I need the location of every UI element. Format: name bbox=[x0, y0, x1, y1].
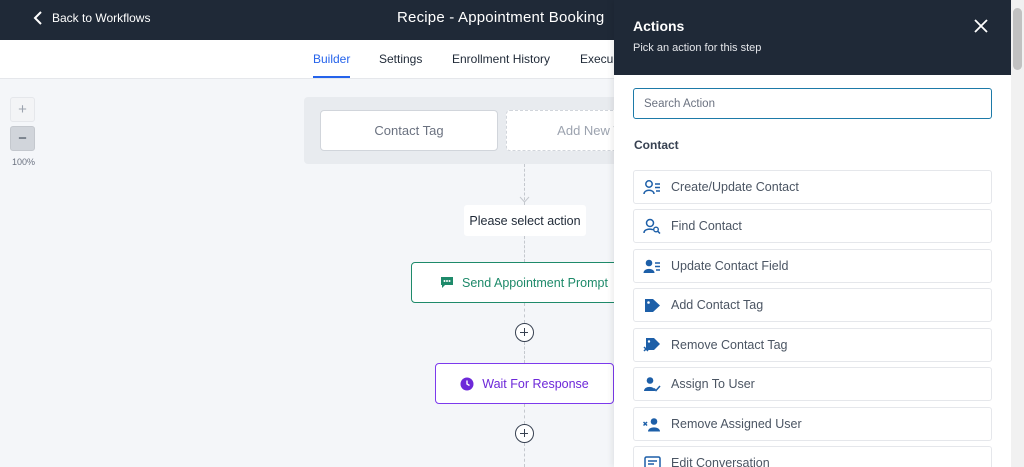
action-edit-conversation[interactable]: Edit Conversation bbox=[633, 446, 992, 467]
action-find-contact[interactable]: Find Contact bbox=[633, 209, 992, 243]
step-wait-for-response[interactable]: Wait For Response bbox=[435, 363, 614, 404]
step-send-appointment-prompt[interactable]: Send Appointment Prompt bbox=[411, 262, 626, 303]
action-create-update-contact[interactable]: Create/Update Contact bbox=[633, 170, 992, 204]
add-step-button[interactable] bbox=[515, 424, 534, 443]
remove-user-icon bbox=[642, 417, 660, 431]
action-add-contact-tag[interactable]: Add Contact Tag bbox=[633, 288, 992, 322]
scrollbar-thumb[interactable] bbox=[1013, 8, 1022, 70]
tabs-bar: Builder Settings Enrollment History Exec… bbox=[0, 40, 614, 79]
back-to-workflows-link[interactable]: Back to Workflows bbox=[32, 11, 150, 25]
section-heading-contact: Contact bbox=[634, 138, 679, 152]
zoom-level: 100% bbox=[12, 157, 36, 167]
connector-line bbox=[524, 443, 525, 467]
contact-list-icon bbox=[643, 180, 660, 195]
assign-user-icon bbox=[644, 377, 661, 392]
tab-execution-logs[interactable]: Execu bbox=[580, 52, 613, 66]
conversation-icon bbox=[643, 455, 661, 467]
tag-icon bbox=[644, 298, 660, 312]
tab-builder[interactable]: Builder bbox=[313, 52, 351, 78]
add-step-button[interactable] bbox=[515, 323, 534, 342]
tab-enrollment-history[interactable]: Enrollment History bbox=[452, 52, 550, 66]
workflow-title: Recipe - Appointment Booking bbox=[397, 9, 605, 26]
search-action-input[interactable] bbox=[633, 88, 992, 119]
panel-subtitle: Pick an action for this step bbox=[633, 42, 762, 54]
tab-settings[interactable]: Settings bbox=[379, 52, 422, 66]
trigger-container: Contact Tag Add New Wo bbox=[304, 97, 644, 164]
select-action-placeholder[interactable]: Please select action bbox=[464, 205, 586, 236]
actions-panel: Actions Pick an action for this step Con… bbox=[614, 0, 1011, 467]
connector-line bbox=[524, 342, 525, 363]
find-contact-icon bbox=[643, 218, 661, 234]
action-update-contact-field[interactable]: Update Contact Field bbox=[633, 249, 992, 283]
connector-line bbox=[524, 404, 525, 424]
update-field-icon bbox=[643, 259, 660, 273]
action-label: Assign To User bbox=[671, 377, 755, 391]
action-remove-assigned-user[interactable]: Remove Assigned User bbox=[633, 407, 992, 441]
action-label: Create/Update Contact bbox=[671, 180, 799, 194]
step-label: Send Appointment Prompt bbox=[462, 275, 608, 290]
trigger-contact-tag[interactable]: Contact Tag bbox=[320, 110, 498, 151]
step-label: Wait For Response bbox=[482, 376, 589, 391]
action-label: Update Contact Field bbox=[671, 259, 789, 273]
panel-header: Actions Pick an action for this step bbox=[614, 0, 1011, 75]
remove-tag-icon bbox=[643, 338, 660, 352]
zoom-out-button[interactable]: − bbox=[10, 126, 35, 151]
action-label: Remove Assigned User bbox=[671, 417, 802, 431]
action-remove-contact-tag[interactable]: Remove Contact Tag bbox=[633, 328, 992, 362]
action-label: Edit Conversation bbox=[671, 456, 770, 467]
connector-line bbox=[524, 236, 525, 262]
chat-bubble-icon bbox=[441, 277, 453, 288]
connector-line bbox=[524, 303, 525, 323]
scrollbar-track[interactable] bbox=[1011, 0, 1024, 467]
panel-title: Actions bbox=[633, 18, 685, 34]
action-assign-to-user[interactable]: Assign To User bbox=[633, 367, 992, 401]
action-label: Remove Contact Tag bbox=[671, 338, 788, 352]
action-label: Find Contact bbox=[671, 219, 742, 233]
back-label: Back to Workflows bbox=[52, 11, 151, 25]
close-icon[interactable] bbox=[972, 17, 990, 35]
arrow-down-icon bbox=[519, 196, 530, 203]
zoom-in-button[interactable]: + bbox=[10, 97, 35, 122]
chevron-left-icon bbox=[33, 11, 42, 25]
clock-icon bbox=[460, 377, 474, 390]
action-label: Add Contact Tag bbox=[671, 298, 764, 312]
